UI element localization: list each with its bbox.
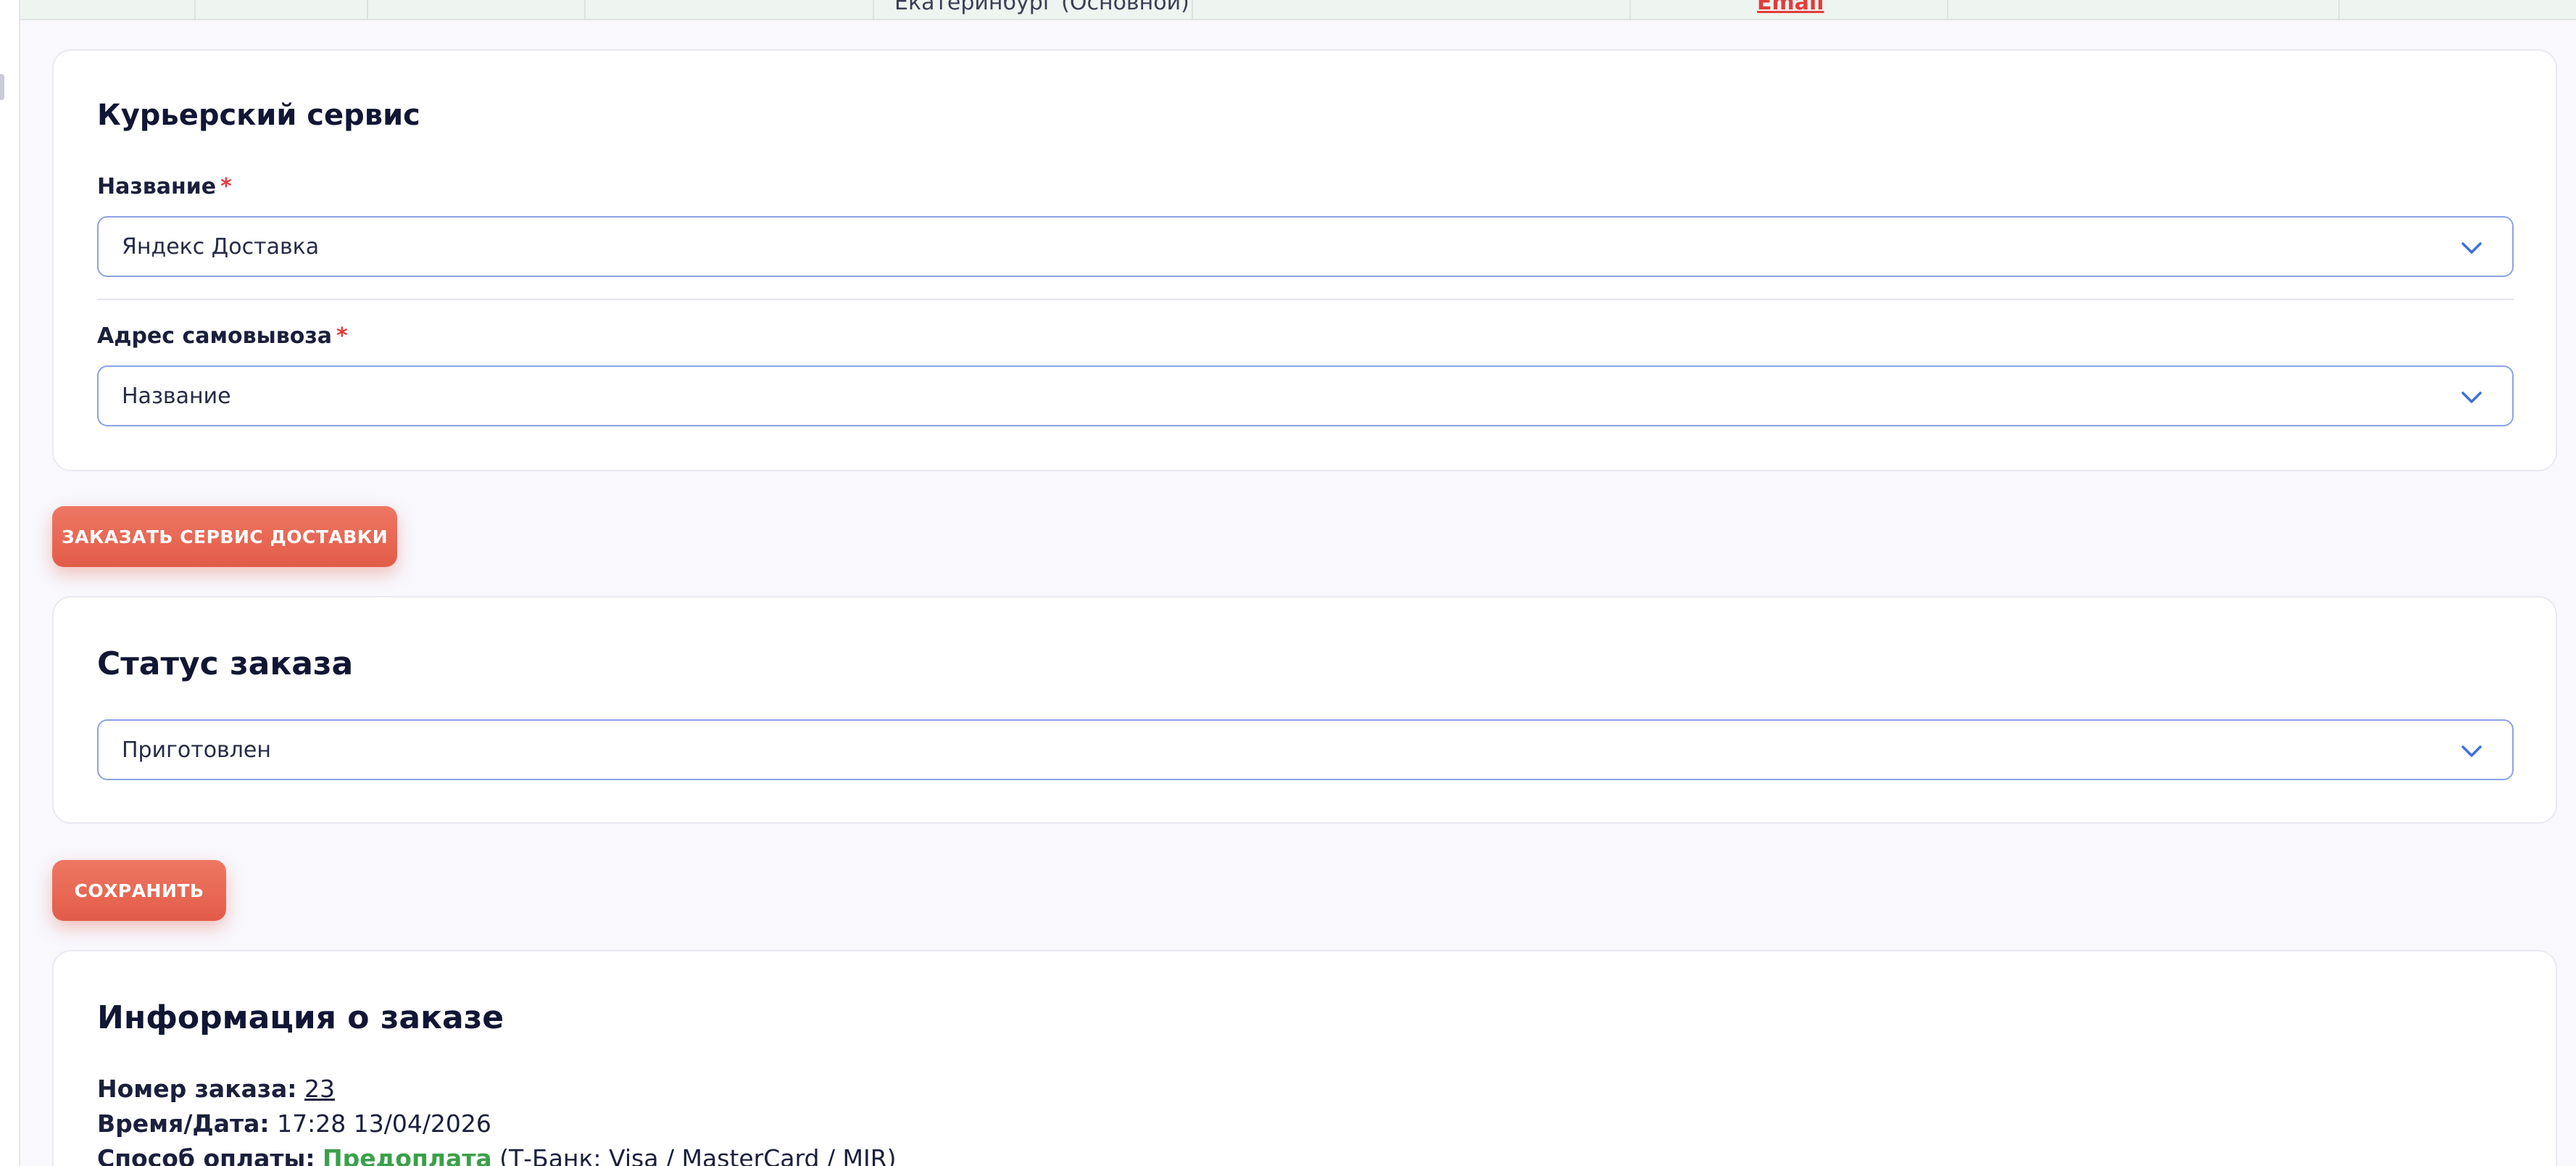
courier-service-card: Курьерский сервис Название * Яндекс Доста… [52, 49, 2557, 471]
courier-name-select[interactable]: Яндекс Доставка [97, 216, 2514, 277]
payment-method-line: Способ оплаты: Предоплата (Т-Банк: Visa … [97, 1144, 897, 1166]
pickup-label-text: Адрес самовывоза [97, 323, 333, 349]
order-edit-page: Екатеринбург (Основной) Email Курьерский… [0, 0, 2576, 1166]
table-divider [873, 0, 874, 20]
table-divider [367, 0, 368, 20]
email-link[interactable]: Email [1757, 0, 1824, 15]
table-divider [1192, 0, 1193, 20]
order-datetime-line: Время/Дата: 17:28 13/04/2026 [97, 1109, 491, 1138]
required-marker: * [336, 323, 348, 349]
pickup-field-label: Адрес самовывоза * [97, 323, 348, 349]
orders-table-row: Екатеринбург (Основной) Email [20, 0, 2576, 20]
order-status-select[interactable]: Приготовлен [97, 719, 2514, 780]
table-divider [194, 0, 196, 20]
chevron-down-icon [2461, 392, 2482, 403]
order-info-card: Информация о заказе Номер заказа: 23 Вре… [52, 950, 2557, 1166]
left-sidebar-edge [0, 0, 20, 1166]
order-info-title: Информация о заказе [97, 999, 504, 1036]
order-number-line: Номер заказа: 23 [97, 1075, 335, 1103]
pickup-address-select[interactable]: Название [97, 365, 2514, 426]
payment-type-value: Предоплата [323, 1144, 492, 1166]
order-datetime-label: Время/Дата: [97, 1109, 270, 1138]
table-divider [584, 0, 586, 20]
payment-method-label: Способ оплаты: [97, 1144, 315, 1166]
order-number-link[interactable]: 23 [304, 1075, 335, 1103]
order-status-value: Приготовлен [122, 737, 271, 763]
name-label-text: Название [97, 174, 217, 199]
order-status-card: Статус заказа Приготовлен [52, 596, 2557, 824]
order-status-title: Статус заказа [97, 645, 354, 682]
pickup-address-value: Название [122, 383, 231, 409]
table-divider [1629, 0, 1631, 20]
sidebar-toggle-handle[interactable] [0, 74, 4, 100]
courier-name-value: Яндекс Доставка [122, 233, 320, 260]
chevron-down-icon [2461, 242, 2482, 254]
table-divider [2338, 0, 2340, 20]
table-divider [1947, 0, 1948, 20]
chevron-down-icon [2461, 745, 2482, 757]
name-field-label: Название * [97, 174, 232, 199]
field-divider [97, 299, 2514, 300]
order-number-label: Номер заказа: [97, 1075, 297, 1103]
payment-detail-value: (Т-Банк: Visa / MasterCard / MIR) [499, 1144, 897, 1166]
required-marker: * [220, 174, 232, 199]
order-delivery-service-button[interactable]: ЗАКАЗАТЬ СЕРВИС ДОСТАВКИ [52, 506, 397, 567]
table-cell-location: Екатеринбург (Основной) [894, 0, 1189, 15]
courier-service-title: Курьерский сервис [97, 99, 420, 132]
save-button[interactable]: СОХРАНИТЬ [52, 860, 226, 921]
order-datetime-value: 17:28 13/04/2026 [277, 1109, 491, 1138]
